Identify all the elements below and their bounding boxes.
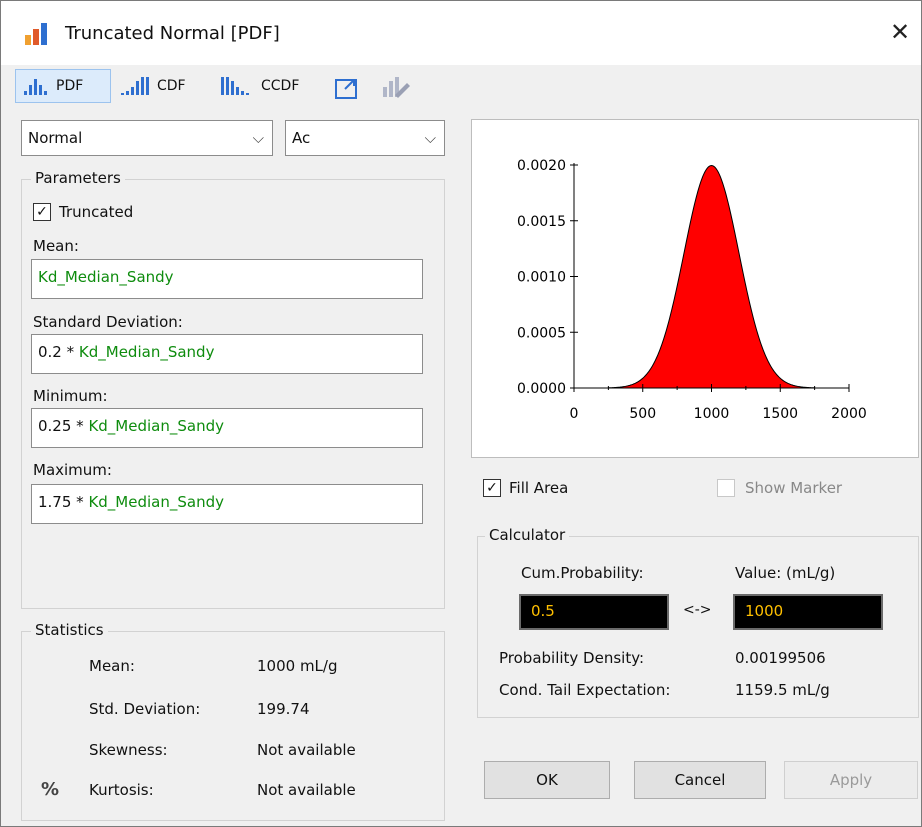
- stat-mean-value: 1000 mL/g: [257, 657, 338, 675]
- minimum-prefix: 0.25 *: [38, 417, 89, 435]
- fill-area-label: Fill Area: [509, 479, 569, 497]
- cte-label: Cond. Tail Expectation:: [499, 681, 671, 699]
- ccdf-icon: [221, 77, 249, 95]
- pdf-view-button[interactable]: PDF: [15, 69, 111, 103]
- cum-probability-label: Cum.Probability:: [521, 564, 644, 582]
- apply-button[interactable]: Apply: [784, 761, 918, 799]
- maximum-prefix: 1.75 *: [38, 493, 89, 511]
- percent-icon[interactable]: %: [41, 779, 59, 800]
- stat-skewness-label: Skewness:: [89, 741, 168, 759]
- y-tick-label: 0.0000: [517, 381, 566, 397]
- maximum-expression: Kd_Median_Sandy: [88, 493, 224, 511]
- y-tick-label: 0.0010: [517, 270, 566, 286]
- stat-kurtosis-value: Not available: [257, 781, 356, 799]
- value-input[interactable]: 1000: [733, 594, 883, 630]
- chart-settings-icon[interactable]: [381, 75, 411, 99]
- distribution-select[interactable]: Normal ⌵: [21, 120, 273, 156]
- std-prefix: 0.2 *: [38, 343, 79, 361]
- distribution-value: Normal: [28, 129, 83, 147]
- x-tick-label: 1500: [762, 406, 798, 422]
- apply-label: Apply: [829, 771, 873, 789]
- show-marker-checkbox[interactable]: [717, 479, 735, 497]
- x-tick-label: 0: [570, 406, 579, 422]
- y-tick-label: 0.0015: [517, 214, 566, 230]
- mean-label: Mean:: [33, 237, 79, 255]
- x-tick-label: 2000: [831, 406, 867, 422]
- minimum-field[interactable]: 0.25 * Kd_Median_Sandy: [31, 408, 423, 448]
- minimum-expression: Kd_Median_Sandy: [88, 417, 224, 435]
- std-label: Standard Deviation:: [33, 313, 183, 331]
- convert-arrow: <->: [683, 602, 712, 618]
- pdf-chart: 0.0000 0.0005 0.0010 0.0015 0.0020 0 500 1000 15…: [517, 158, 867, 422]
- y-tick-label: 0.0020: [517, 158, 566, 174]
- window-title: Truncated Normal [PDF]: [65, 23, 280, 44]
- value-label: Value: (mL/g): [735, 564, 836, 582]
- chevron-down-icon: ⌵: [424, 129, 436, 147]
- pdf-label: PDF: [56, 78, 84, 94]
- x-tick-label: 1000: [694, 406, 730, 422]
- chevron-down-icon: ⌵: [252, 129, 264, 147]
- maximum-field[interactable]: 1.75 * Kd_Median_Sandy: [31, 484, 423, 524]
- cdf-label: CDF: [157, 78, 186, 94]
- cum-probability-value: 0.5: [531, 602, 555, 620]
- stat-kurtosis-label: Kurtosis:: [89, 781, 154, 799]
- mode-value: Ac: [292, 129, 311, 147]
- statistics-group-label: Statistics: [31, 621, 108, 639]
- mode-select[interactable]: Ac ⌵: [285, 120, 445, 156]
- density-label: Probability Density:: [499, 649, 645, 667]
- x-tick-label: 500: [629, 406, 656, 422]
- stat-skewness-value: Not available: [257, 741, 356, 759]
- density-value: 0.00199506: [735, 649, 826, 667]
- y-tick-label: 0.0005: [517, 325, 566, 341]
- stat-std-label: Std. Deviation:: [89, 700, 201, 718]
- std-field[interactable]: 0.2 * Kd_Median_Sandy: [31, 334, 423, 374]
- truncated-label: Truncated: [59, 203, 134, 221]
- stat-std-value: 199.74: [257, 700, 310, 718]
- truncated-checkbox[interactable]: ✓: [33, 203, 51, 221]
- ccdf-label: CCDF: [261, 78, 300, 94]
- std-expression: Kd_Median_Sandy: [78, 343, 215, 361]
- ok-label: OK: [536, 771, 558, 789]
- cdf-icon: [121, 77, 149, 95]
- ok-button[interactable]: OK: [484, 761, 610, 799]
- expand-window-icon[interactable]: [335, 77, 359, 99]
- app-chart-icon: [25, 23, 47, 45]
- cte-value: 1159.5 mL/g: [735, 681, 830, 699]
- parameters-group-label: Parameters: [31, 169, 125, 187]
- stat-mean-label: Mean:: [89, 657, 135, 675]
- cancel-label: Cancel: [674, 771, 726, 789]
- fill-area-checkbox[interactable]: ✓: [483, 479, 501, 497]
- statistics-group: [21, 631, 445, 821]
- dialog-window: Truncated Normal [PDF] ✕ PDF CDF CCDF No…: [0, 0, 922, 827]
- cancel-button[interactable]: Cancel: [634, 761, 766, 799]
- cum-probability-input[interactable]: 0.5: [519, 594, 669, 630]
- minimum-label: Minimum:: [33, 387, 108, 405]
- show-marker-label: Show Marker: [745, 479, 843, 497]
- calculator-group-label: Calculator: [485, 526, 570, 544]
- ccdf-view-button[interactable]: CCDF: [221, 69, 311, 103]
- density-area: [607, 165, 816, 389]
- value-input-value: 1000: [745, 602, 784, 620]
- mean-field[interactable]: Kd_Median_Sandy: [31, 259, 423, 299]
- cdf-view-button[interactable]: CDF: [121, 69, 201, 103]
- plot-area: 0.0000 0.0005 0.0010 0.0015 0.0020 0 500 1000 15…: [471, 119, 919, 458]
- pdf-icon: [24, 79, 47, 95]
- close-button[interactable]: ✕: [885, 17, 915, 47]
- maximum-label: Maximum:: [33, 461, 112, 479]
- mean-value: Kd_Median_Sandy: [38, 268, 174, 286]
